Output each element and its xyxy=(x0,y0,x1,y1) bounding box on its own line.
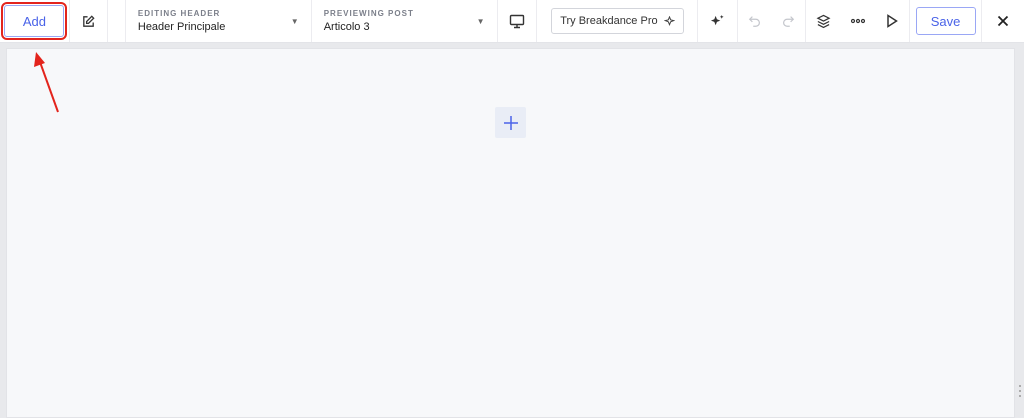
plus-icon xyxy=(503,115,518,130)
chevron-down-icon: ▼ xyxy=(476,17,485,26)
desktop-icon xyxy=(509,14,525,29)
annotation-arrow xyxy=(34,52,59,113)
try-pro-label: Try Breakdance Pro xyxy=(560,15,658,27)
more-icon xyxy=(851,18,866,24)
play-icon xyxy=(886,14,899,28)
ai-assistant-button[interactable] xyxy=(697,0,737,42)
builder-canvas[interactable] xyxy=(6,48,1015,418)
device-preview-button[interactable] xyxy=(498,0,538,42)
add-cell: Add xyxy=(0,0,70,42)
layers-button[interactable] xyxy=(805,0,841,42)
editing-header-value: Header Principale xyxy=(137,21,226,33)
add-button[interactable]: Add xyxy=(1,2,68,40)
save-cell: Save xyxy=(909,0,983,42)
add-section-button[interactable] xyxy=(495,107,526,138)
toolbar-spacer xyxy=(108,0,126,42)
top-toolbar: Add EDITING HEADER Header Principale ▼ P… xyxy=(0,0,1024,43)
sparkle-icon xyxy=(663,15,675,27)
edit-icon xyxy=(81,14,96,29)
undo-button[interactable] xyxy=(737,0,771,42)
editing-header-label: EDITING HEADER xyxy=(137,9,221,18)
layers-icon xyxy=(816,14,831,29)
redo-icon xyxy=(781,14,795,28)
edit-button[interactable] xyxy=(70,0,108,42)
ai-sparkle-icon xyxy=(710,14,725,29)
previewing-post-selector[interactable]: PREVIEWING POST Articolo 3 ▼ xyxy=(312,0,498,42)
close-icon xyxy=(997,15,1009,27)
more-options-button[interactable] xyxy=(841,0,875,42)
editing-header-selector[interactable]: EDITING HEADER Header Principale ▼ xyxy=(126,0,312,42)
try-pro-button[interactable]: Try Breakdance Pro xyxy=(551,8,684,34)
pro-wrap: Try Breakdance Pro xyxy=(537,0,697,42)
resize-grip[interactable] xyxy=(1018,384,1022,398)
preview-play-button[interactable] xyxy=(875,0,909,42)
close-button[interactable] xyxy=(982,0,1024,42)
previewing-post-value: Articolo 3 xyxy=(323,21,370,33)
undo-icon xyxy=(748,14,762,28)
chevron-down-icon: ▼ xyxy=(290,17,299,26)
save-button[interactable]: Save xyxy=(915,7,976,35)
previewing-post-label: PREVIEWING POST xyxy=(323,9,414,18)
redo-button[interactable] xyxy=(771,0,805,42)
